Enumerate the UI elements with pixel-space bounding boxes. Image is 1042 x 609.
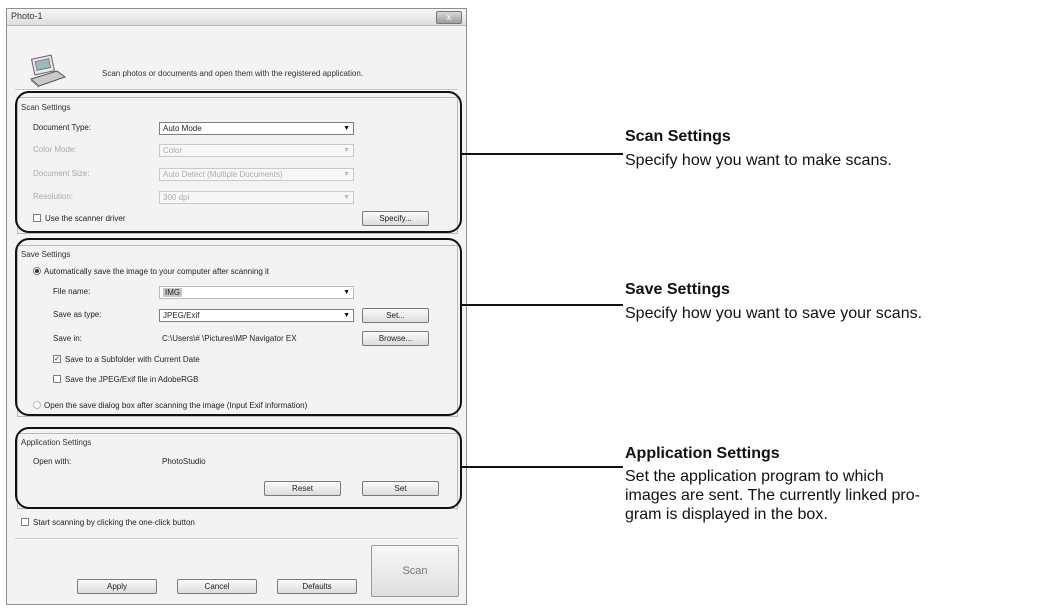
app-annotation-line: images are sent. The currently linked pr… <box>625 487 920 504</box>
close-button[interactable]: x <box>436 11 462 24</box>
one-click-label: Start scanning by clicking the one-click… <box>33 518 195 527</box>
save-settings-callout <box>15 238 462 416</box>
application-settings-callout <box>15 427 462 509</box>
scan-settings-callout <box>15 91 462 233</box>
app-annotation-line: gram is displayed in the box. <box>625 506 828 523</box>
scan-annotation-body: Specify how you want to make scans. <box>625 151 892 170</box>
application-settings-leader <box>461 466 623 468</box>
dialog-description: Scan photos or documents and open them w… <box>102 69 364 78</box>
scanner-photo-icon <box>29 54 67 88</box>
window-title: Photo-1 <box>11 11 43 21</box>
scan-button[interactable]: Scan <box>371 545 459 597</box>
title-bar: Photo-1 x <box>7 9 466 26</box>
save-settings-leader <box>461 304 623 306</box>
defaults-button[interactable]: Defaults <box>277 579 357 594</box>
app-annotation-title: Application Settings <box>625 445 780 462</box>
one-click-checkbox[interactable] <box>21 518 29 526</box>
scan-settings-leader <box>461 153 623 155</box>
apply-button[interactable]: Apply <box>77 579 157 594</box>
scan-annotation-title: Scan Settings <box>625 128 731 145</box>
app-annotation-body: Set the application program to which ima… <box>625 467 920 524</box>
app-annotation-line: Set the application program to which <box>625 468 884 485</box>
save-annotation-body: Specify how you want to save your scans. <box>625 304 922 323</box>
footer-separator <box>15 538 458 540</box>
scan-annotation-line: Specify how you want to make scans. <box>625 152 892 169</box>
save-annotation-title: Save Settings <box>625 281 730 298</box>
save-annotation-line: Specify how you want to save your scans. <box>625 305 923 322</box>
cancel-button[interactable]: Cancel <box>177 579 257 594</box>
